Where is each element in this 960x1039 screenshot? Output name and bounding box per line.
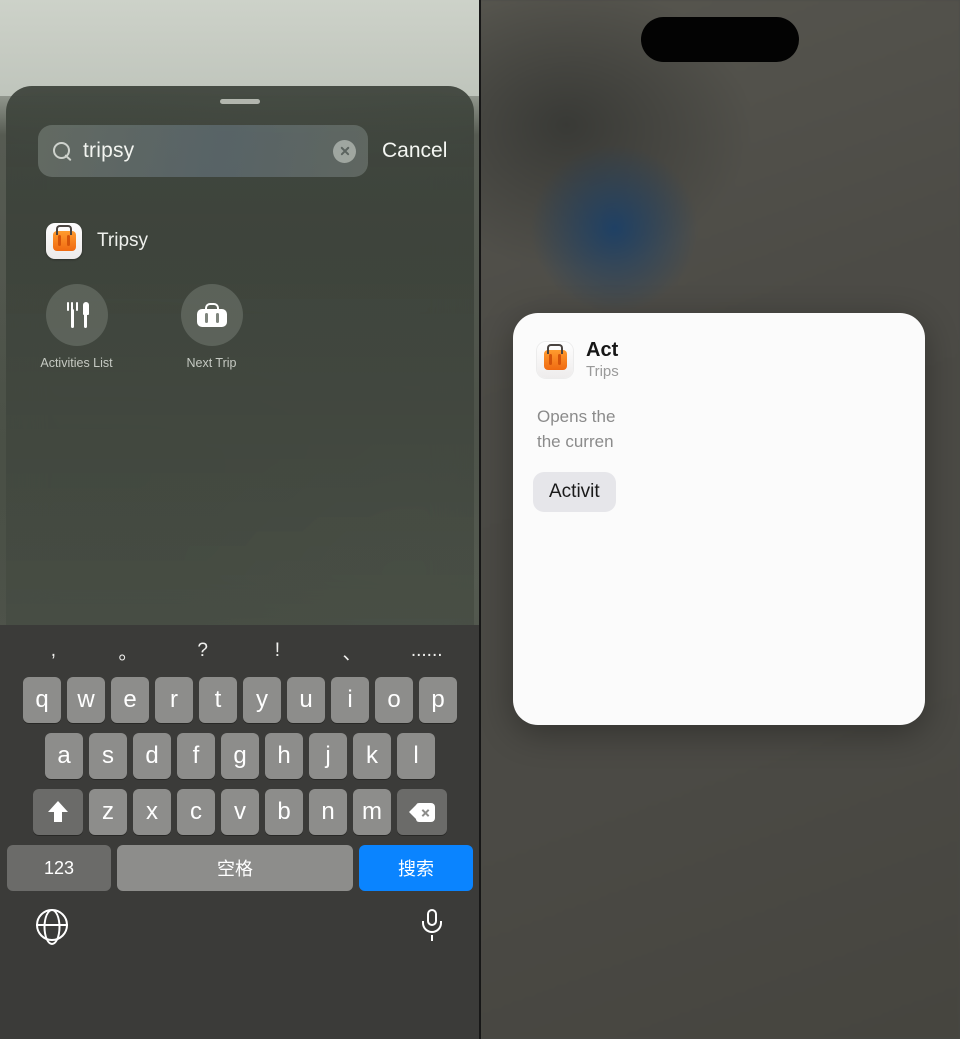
key-e[interactable]: e bbox=[111, 677, 149, 723]
shortcut-activities-list[interactable]: Activities List bbox=[34, 284, 119, 370]
search-input-value: tripsy bbox=[83, 139, 135, 162]
key-f[interactable]: f bbox=[177, 733, 215, 779]
globe-icon[interactable] bbox=[36, 909, 68, 941]
cancel-button[interactable]: Cancel bbox=[382, 139, 447, 163]
briefcase-icon bbox=[196, 303, 227, 327]
punct-key[interactable]: 。 bbox=[91, 638, 166, 665]
app-shortcuts: Activities List Next Trip bbox=[34, 284, 254, 370]
card-title: Act bbox=[586, 339, 619, 361]
dynamic-island bbox=[641, 17, 799, 62]
key-u[interactable]: u bbox=[287, 677, 325, 723]
shortcut-circle bbox=[45, 284, 108, 346]
panel-divider bbox=[479, 0, 481, 1039]
shortcut-config-card: Act Trips Opens the the curren Activit bbox=[513, 313, 925, 725]
key-g[interactable]: g bbox=[221, 733, 259, 779]
card-titles: Act Trips bbox=[586, 339, 619, 380]
shortcut-label: Activities List bbox=[40, 356, 113, 370]
search-input[interactable]: tripsy bbox=[38, 125, 368, 177]
tripsy-app-icon bbox=[537, 341, 573, 378]
punct-key[interactable]: ! bbox=[240, 640, 315, 662]
key-q[interactable]: q bbox=[23, 677, 61, 723]
key-t[interactable]: t bbox=[199, 677, 237, 723]
card-description: Opens the the curren bbox=[513, 380, 925, 454]
shift-key[interactable] bbox=[33, 789, 83, 835]
keyboard-row-4: 123 空格 搜索 bbox=[0, 845, 480, 891]
keyboard-row-1: q w e r t y u i o p bbox=[0, 677, 480, 723]
punct-key[interactable]: ? bbox=[165, 640, 240, 662]
punct-key[interactable]: , bbox=[16, 640, 91, 662]
key-k[interactable]: k bbox=[353, 733, 391, 779]
shortcut-label: Next Trip bbox=[186, 356, 237, 370]
key-b[interactable]: b bbox=[265, 789, 303, 835]
clear-icon[interactable] bbox=[333, 139, 356, 163]
key-d[interactable]: d bbox=[133, 733, 171, 779]
card-description-line1: Opens the bbox=[537, 407, 616, 426]
key-j[interactable]: j bbox=[309, 733, 347, 779]
tripsy-app-icon bbox=[46, 223, 82, 259]
punct-key[interactable]: ...... bbox=[389, 640, 464, 662]
key-o[interactable]: o bbox=[375, 677, 413, 723]
card-description-line2: the curren bbox=[537, 432, 614, 451]
shortcut-circle bbox=[180, 284, 243, 346]
shift-icon bbox=[48, 801, 68, 823]
keyboard-bottom-row bbox=[0, 897, 480, 941]
key-i[interactable]: i bbox=[331, 677, 369, 723]
screenshot-stage: tripsy Cancel Tripsy Activities List Nex… bbox=[0, 0, 960, 1039]
sheet-grabber-handle[interactable] bbox=[220, 99, 260, 104]
briefcase-glyph bbox=[52, 231, 76, 251]
key-v[interactable]: v bbox=[221, 789, 259, 835]
card-action-button[interactable]: Activit bbox=[533, 472, 616, 512]
microphone-icon[interactable] bbox=[420, 909, 444, 941]
punct-key[interactable]: 、 bbox=[315, 638, 390, 665]
card-subtitle: Trips bbox=[586, 363, 619, 380]
key-c[interactable]: c bbox=[177, 789, 215, 835]
search-key[interactable]: 搜索 bbox=[359, 845, 473, 891]
app-result-row[interactable]: Tripsy bbox=[46, 223, 148, 259]
wallpaper-top-gradient bbox=[0, 0, 480, 96]
key-w[interactable]: w bbox=[67, 677, 105, 723]
shortcut-next-trip[interactable]: Next Trip bbox=[169, 284, 254, 370]
search-row: tripsy Cancel bbox=[38, 125, 450, 177]
key-r[interactable]: r bbox=[155, 677, 193, 723]
space-key[interactable]: 空格 bbox=[117, 845, 353, 891]
key-n[interactable]: n bbox=[309, 789, 347, 835]
app-result-name: Tripsy bbox=[97, 230, 149, 251]
key-s[interactable]: s bbox=[89, 733, 127, 779]
key-z[interactable]: z bbox=[89, 789, 127, 835]
key-x[interactable]: x bbox=[133, 789, 171, 835]
key-p[interactable]: p bbox=[419, 677, 457, 723]
left-phone-screen: tripsy Cancel Tripsy Activities List Nex… bbox=[0, 0, 480, 1039]
key-l[interactable]: l bbox=[397, 733, 435, 779]
key-m[interactable]: m bbox=[353, 789, 391, 835]
briefcase-glyph bbox=[543, 349, 567, 370]
keyboard-row-2: a s d f g h j k l bbox=[0, 733, 480, 779]
briefcase-stripe-right bbox=[67, 235, 70, 246]
card-header: Act Trips bbox=[513, 313, 925, 380]
numbers-key[interactable]: 123 bbox=[7, 845, 111, 891]
briefcase-stripe-left bbox=[549, 353, 552, 365]
delete-icon bbox=[409, 802, 435, 822]
search-icon bbox=[52, 141, 73, 162]
key-y[interactable]: y bbox=[243, 677, 281, 723]
briefcase-stripe-right bbox=[558, 353, 561, 365]
fork-knife-icon bbox=[62, 300, 92, 330]
keyboard-row-3: z x c v b n m bbox=[0, 789, 480, 835]
delete-key[interactable] bbox=[397, 789, 447, 835]
spotlight-search-sheet: tripsy Cancel Tripsy Activities List Nex… bbox=[6, 86, 474, 626]
key-h[interactable]: h bbox=[265, 733, 303, 779]
punctuation-row: , 。 ? ! 、 ...... bbox=[0, 625, 480, 677]
right-phone-screen: Act Trips Opens the the curren Activit A… bbox=[480, 0, 960, 1039]
briefcase-stripe-left bbox=[58, 235, 61, 246]
onscreen-keyboard: , 。 ? ! 、 ...... q w e r t y u i o p a s… bbox=[0, 625, 480, 1039]
key-a[interactable]: a bbox=[45, 733, 83, 779]
